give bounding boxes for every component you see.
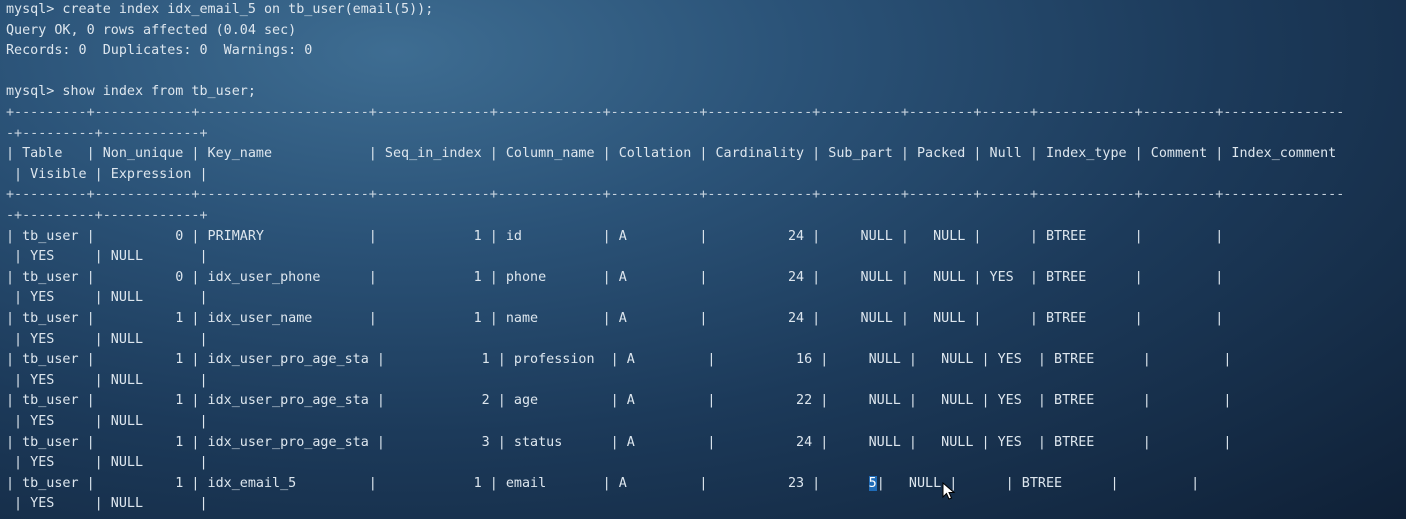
table-row-wrap: | YES | NULL | bbox=[6, 290, 208, 306]
table-row: | tb_user | 0 | PRIMARY | 1 | id | A | 2… bbox=[6, 228, 1224, 244]
terminal-window[interactable]: mysql> create index idx_email_5 on tb_us… bbox=[0, 0, 1406, 519]
table-header-row: | Table | Non_unique | Key_name | Seq_in… bbox=[6, 146, 1337, 162]
table-row-wrap: | YES | NULL | bbox=[6, 372, 208, 388]
table-border-top-wrap: -+---------+------------+ bbox=[6, 125, 208, 141]
table-row: | tb_user | 1 | idx_user_pro_age_sta | 3… bbox=[6, 434, 1232, 450]
mouse-pointer-icon bbox=[942, 482, 956, 500]
table-row: | tb_user | 0 | idx_user_phone | 1 | pho… bbox=[6, 269, 1224, 285]
sub-part-highlight[interactable]: 5 bbox=[868, 475, 877, 491]
records-summary: Records: 0 Duplicates: 0 Warnings: 0 bbox=[6, 43, 313, 59]
table-row: | tb_user | 1 | idx_user_pro_age_sta | 2… bbox=[6, 393, 1232, 409]
sql-prompt-show-index: mysql> show index from tb_user; bbox=[6, 84, 256, 100]
table-row-wrap: | YES | NULL | bbox=[6, 331, 208, 347]
table-row-wrap: | YES | NULL | bbox=[6, 414, 208, 429]
table-row-wrap: | YES | NULL | bbox=[6, 249, 208, 265]
table-row: | tb_user | 1 | idx_user_pro_age_sta | 1… bbox=[6, 352, 1232, 368]
table-row-email-head: | tb_user | 1 | idx_email_5 | 1 | email … bbox=[6, 475, 821, 491]
sql-prompt-create-index: mysql> create index idx_email_5 on tb_us… bbox=[6, 2, 434, 17]
sub-part-pad bbox=[820, 476, 868, 491]
query-ok-message: Query OK, 0 rows affected (0.04 sec) bbox=[6, 22, 297, 38]
table-border-top: +---------+------------+----------------… bbox=[6, 105, 1345, 120]
table-header-row-wrap: | Visible | Expression | bbox=[6, 166, 208, 182]
table-row: | tb_user | 1 | idx_user_name | 1 | name… bbox=[6, 311, 1224, 326]
table-row-email: | tb_user | 1 | idx_email_5 | 1 | email … bbox=[6, 474, 1199, 494]
table-border-header-wrap: -+---------+------------+ bbox=[6, 208, 208, 223]
table-row-wrap: | YES | NULL | bbox=[6, 455, 208, 471]
table-border-header: +---------+------------+----------------… bbox=[6, 187, 1345, 203]
table-row-wrap: | YES | NULL | bbox=[6, 496, 208, 512]
table-row-email-tail: | NULL | | BTREE | | bbox=[876, 475, 1200, 491]
